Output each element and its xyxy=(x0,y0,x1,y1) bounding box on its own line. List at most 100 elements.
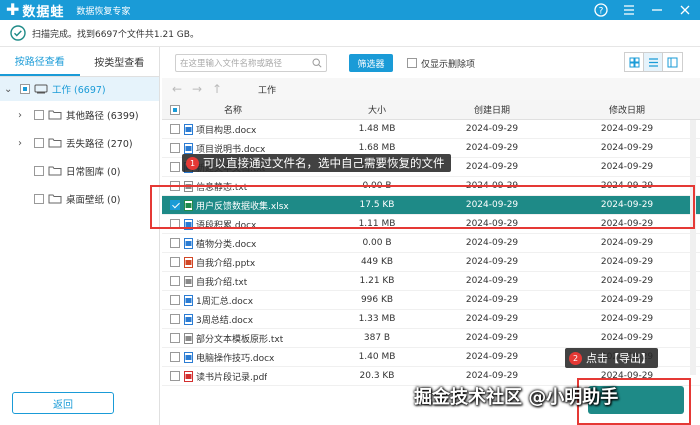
txt-file-icon xyxy=(184,180,193,192)
toolbar: 在这里输入文件名称或路径 筛选器 仅显示删除项 xyxy=(175,52,695,74)
pdf-file-icon xyxy=(184,370,193,382)
row-checkbox[interactable] xyxy=(170,238,180,248)
file-modified-date: 2024-09-29 xyxy=(600,314,654,324)
file-created-date: 2024-09-29 xyxy=(465,333,519,343)
tab-by-path[interactable]: 按路径查看 xyxy=(0,47,80,76)
grid-view-icon[interactable] xyxy=(625,53,644,71)
xls-file-icon xyxy=(184,199,193,211)
file-size: 1.21 KB xyxy=(359,276,395,286)
table-row[interactable]: 项目构思.docx 1.48 MB 2024-09-29 2024-09-29 xyxy=(162,120,700,139)
row-checkbox[interactable] xyxy=(170,314,180,324)
table-row[interactable]: 自我介绍.txt 1.21 KB 2024-09-29 2024-09-29 xyxy=(162,272,700,291)
tree-item-label: 丢失路径 (270) xyxy=(66,139,133,150)
chevron-right-icon[interactable]: › xyxy=(18,138,28,149)
word-file-icon xyxy=(184,313,193,325)
search-placeholder: 在这里输入文件名称或路径 xyxy=(180,59,283,69)
tree-item-checkbox[interactable] xyxy=(34,166,44,176)
list-view-icon[interactable] xyxy=(644,53,663,71)
detail-view-icon[interactable] xyxy=(663,53,682,71)
tree-root-work[interactable]: ⌄ 工作 (6697) xyxy=(0,77,159,101)
path-nav-bar: ← → ↑ 工作 xyxy=(162,78,700,100)
file-modified-date: 2024-09-29 xyxy=(600,200,654,210)
table-row[interactable]: 部分文本模板原形.txt 387 B 2024-09-29 2024-09-29 xyxy=(162,329,700,348)
row-checkbox[interactable] xyxy=(170,200,180,210)
folder-icon xyxy=(48,194,62,204)
tree-item-lost-paths[interactable]: › 丢失路径 (270) xyxy=(0,129,159,157)
file-modified-date: 2024-09-29 xyxy=(600,257,654,267)
tree-item-label: 桌面壁纸 (0) xyxy=(66,195,121,206)
tree-item-checkbox[interactable] xyxy=(34,110,44,120)
tree-item-other-paths[interactable]: › 其他路径 (6399) xyxy=(0,101,159,129)
row-checkbox[interactable] xyxy=(170,257,180,267)
tree-root-label: 工作 (6697) xyxy=(52,85,106,96)
row-checkbox[interactable] xyxy=(170,143,180,153)
tree-item-daily-gallery[interactable]: 日常图库 (0) xyxy=(0,157,159,185)
row-checkbox[interactable] xyxy=(170,295,180,305)
tree-item-checkbox[interactable] xyxy=(34,194,44,204)
table-row[interactable]: 植物分类.docx 0.00 B 2024-09-29 2024-09-29 xyxy=(162,234,700,253)
table-row[interactable]: 1周汇总.docx 996 KB 2024-09-29 2024-09-29 xyxy=(162,291,700,310)
header-created[interactable]: 创建日期 xyxy=(427,103,557,116)
tree-item-wallpaper[interactable]: 桌面壁纸 (0) xyxy=(0,185,159,213)
header-size[interactable]: 大小 xyxy=(327,103,427,116)
word-file-icon xyxy=(184,218,193,230)
menu-icon[interactable] xyxy=(620,1,638,19)
breadcrumb[interactable]: 工作 xyxy=(258,83,276,96)
tree-root-checkbox[interactable] xyxy=(20,84,30,94)
tip-callout-1: 1 可以直接通过文件名，选中自己需要恢复的文件 xyxy=(182,154,451,172)
row-checkbox[interactable] xyxy=(170,219,180,229)
back-button[interactable]: 返回 xyxy=(12,392,114,414)
table-row[interactable]: 信息静态.txt 0.00 B 2024-09-29 2024-09-29 xyxy=(162,177,700,196)
row-checkbox[interactable] xyxy=(170,181,180,191)
forward-arrow-icon[interactable]: → xyxy=(192,82,212,96)
app-name: 数据蛙 xyxy=(22,4,65,20)
close-icon[interactable] xyxy=(676,1,694,19)
row-checkbox[interactable] xyxy=(170,276,180,286)
tab-by-type[interactable]: 按类型查看 xyxy=(80,47,160,76)
search-input[interactable]: 在这里输入文件名称或路径 xyxy=(175,54,327,72)
file-modified-date: 2024-09-29 xyxy=(600,181,654,191)
file-created-date: 2024-09-29 xyxy=(465,276,519,286)
txt-file-icon xyxy=(184,275,193,287)
help-icon[interactable]: ? xyxy=(592,1,610,19)
only-deleted-toggle[interactable]: 仅显示删除项 xyxy=(403,57,475,70)
table-row[interactable]: 用户反馈数据收集.xlsx 17.5 KB 2024-09-29 2024-09-29 xyxy=(162,196,700,215)
table-scrollbar[interactable] xyxy=(690,120,696,375)
file-modified-date: 2024-09-29 xyxy=(600,276,654,286)
header-name[interactable]: 名称 xyxy=(224,103,242,116)
folder-icon xyxy=(48,166,62,176)
header-modified[interactable]: 修改日期 xyxy=(557,103,697,116)
word-file-icon xyxy=(184,123,193,135)
chevron-right-icon[interactable]: › xyxy=(18,110,28,121)
filter-button[interactable]: 筛选器 xyxy=(349,54,393,72)
file-size: 0.00 B xyxy=(362,238,392,248)
chevron-down-icon[interactable]: ⌄ xyxy=(4,84,14,95)
select-all-checkbox[interactable] xyxy=(170,104,180,115)
scan-status-text: 扫描完成。找到6697个文件共1.21 GB。 xyxy=(32,29,199,40)
file-table-header: 名称 大小 创建日期 修改日期 xyxy=(162,100,700,120)
file-created-date: 2024-09-29 xyxy=(465,181,519,191)
file-created-date: 2024-09-29 xyxy=(465,143,519,153)
row-checkbox[interactable] xyxy=(170,371,180,381)
file-size: 1.11 MB xyxy=(358,219,396,229)
minimize-icon[interactable] xyxy=(648,1,666,19)
row-checkbox[interactable] xyxy=(170,352,180,362)
up-arrow-icon[interactable]: ↑ xyxy=(212,82,232,96)
file-size: 996 KB xyxy=(360,295,394,305)
row-checkbox[interactable] xyxy=(170,162,180,172)
only-deleted-checkbox[interactable] xyxy=(407,58,417,68)
word-file-icon xyxy=(184,351,193,363)
row-checkbox[interactable] xyxy=(170,333,180,343)
file-size: 449 KB xyxy=(360,257,394,267)
tree-item-checkbox[interactable] xyxy=(34,138,44,148)
check-circle-icon xyxy=(10,25,26,41)
table-row[interactable]: 3周总结.docx 1.33 MB 2024-09-29 2024-09-29 xyxy=(162,310,700,329)
file-created-date: 2024-09-29 xyxy=(465,124,519,134)
back-arrow-icon[interactable]: ← xyxy=(172,82,192,96)
row-checkbox[interactable] xyxy=(170,124,180,134)
table-row[interactable]: 语段积累.docx 1.11 MB 2024-09-29 2024-09-29 xyxy=(162,215,700,234)
search-icon[interactable] xyxy=(312,58,322,68)
file-size: 1.33 MB xyxy=(358,314,396,324)
file-created-date: 2024-09-29 xyxy=(465,200,519,210)
table-row[interactable]: 自我介绍.pptx 449 KB 2024-09-29 2024-09-29 xyxy=(162,253,700,272)
